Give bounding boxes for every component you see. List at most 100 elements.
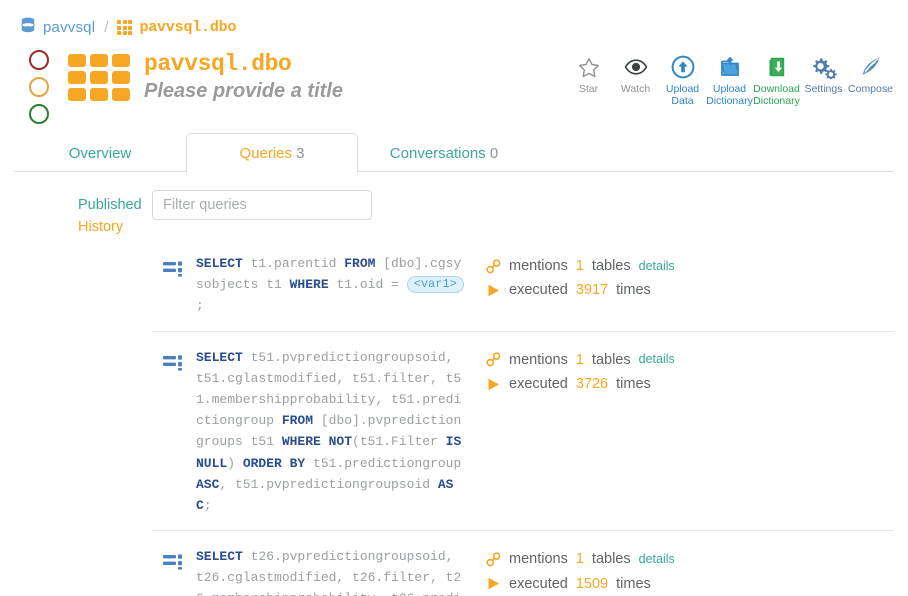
query-mentions-line: mentions 1 tables details — [486, 254, 894, 278]
upload-data-button[interactable]: Upload Data — [659, 54, 706, 108]
query-list-icon — [152, 250, 196, 277]
grid-icon — [117, 20, 133, 35]
query-executed-line: executed 3917 times — [486, 278, 894, 302]
settings-button[interactable]: Settings — [800, 54, 847, 96]
tab-conversations[interactable]: Conversations 0 — [358, 133, 530, 172]
eye-icon — [624, 54, 648, 80]
upload-data-label: Upload Data — [665, 83, 700, 107]
mentions-suffix: tables — [591, 551, 631, 568]
query-row[interactable]: SELECT t26.pvpredictiongroupsoid, t26.cg… — [152, 531, 894, 596]
download-dictionary-icon — [765, 54, 789, 80]
page-header: pavvsql.dbo Please provide a title Star … — [0, 40, 908, 124]
tab-queries-label: Queries — [239, 145, 292, 162]
mentions-count: 1 — [575, 351, 584, 368]
mentions-count: 1 — [575, 258, 584, 274]
page-title: pavvsql.dbo — [144, 51, 292, 77]
executed-count: 3917 — [575, 282, 609, 299]
watch-button[interactable]: Watch — [612, 54, 659, 96]
grid-logo-icon — [68, 54, 130, 101]
queries-content: SELECT t1.parentid FROM [dbo].cgsysobjec… — [144, 190, 894, 596]
query-row[interactable]: SELECT t51.pvpredictiongroupsoid, t51.cg… — [152, 332, 894, 531]
status-circle-green — [29, 104, 49, 124]
query-executed-line: executed 3726 times — [486, 372, 894, 396]
star-button[interactable]: Star — [565, 54, 612, 96]
mentions-suffix: tables — [591, 351, 631, 368]
play-icon — [486, 576, 501, 591]
executed-count: 3726 — [575, 376, 609, 393]
tab-overview[interactable]: Overview — [14, 133, 186, 172]
mentions-details-link[interactable]: details — [639, 257, 675, 276]
compose-feather-icon — [859, 54, 883, 80]
query-meta: mentions 1 tables details executed 1509 times — [468, 543, 894, 596]
executed-suffix: times — [616, 376, 651, 393]
download-dictionary-button[interactable]: Download Dictionary — [753, 54, 800, 108]
database-icon — [20, 17, 36, 39]
tabs: Overview Queries 3 Conversations 0 — [14, 130, 894, 173]
executed-prefix: executed — [509, 282, 568, 299]
tab-queries[interactable]: Queries 3 — [186, 133, 358, 173]
executed-prefix: executed — [509, 376, 568, 393]
mentions-details-link[interactable]: details — [639, 550, 675, 569]
play-icon — [486, 377, 501, 392]
link-icon — [486, 552, 501, 567]
upload-dictionary-label: Upload Dictionary — [706, 83, 753, 107]
query-meta: mentions 1 tables details executed 3917 times — [468, 250, 894, 303]
mentions-details-link[interactable]: details — [639, 350, 675, 369]
page-body: Published History SELECT t1.parentid FRO… — [0, 172, 908, 596]
query-meta: mentions 1 tables details executed 3726 times — [468, 344, 894, 397]
status-circle-red — [29, 50, 49, 70]
breadcrumb-current[interactable]: pavvsql.dbo — [139, 19, 236, 36]
compose-label: Compose — [848, 83, 893, 95]
tab-overview-label: Overview — [68, 145, 132, 162]
filter-queries-input[interactable] — [152, 190, 372, 220]
executed-count: 1509 — [575, 575, 609, 592]
header-toolbar: Star Watch Upload Data Upload Dictionary… — [565, 46, 894, 108]
mentions-count: 1 — [575, 551, 584, 568]
download-dictionary-label: Download Dictionary — [753, 83, 800, 107]
mentions-prefix: mentions — [509, 351, 568, 368]
page-subtitle[interactable]: Please provide a title — [144, 79, 565, 104]
query-mentions-line: mentions 1 tables details — [486, 348, 894, 372]
mentions-prefix: mentions — [509, 551, 568, 568]
sql-variable-pill[interactable]: <var1> — [406, 276, 464, 294]
query-list-icon — [152, 344, 196, 371]
compose-button[interactable]: Compose — [847, 54, 894, 96]
status-circle-orange — [29, 77, 49, 97]
mentions-suffix: tables — [591, 258, 631, 274]
query-sql-text[interactable]: SELECT t51.pvpredictiongroupsoid, t51.cg… — [196, 344, 468, 517]
star-icon — [578, 54, 600, 80]
executed-suffix: times — [616, 282, 651, 299]
query-sql-text[interactable]: SELECT t1.parentid FROM [dbo].cgsysobjec… — [196, 250, 468, 317]
star-label: Star — [578, 83, 599, 95]
executed-suffix: times — [616, 575, 651, 592]
upload-data-icon — [671, 54, 695, 80]
breadcrumb-root-link[interactable]: pavvsql — [43, 19, 95, 36]
query-list: SELECT t1.parentid FROM [dbo].cgsysobjec… — [152, 238, 894, 596]
query-row[interactable]: SELECT t1.parentid FROM [dbo].cgsysobjec… — [152, 238, 894, 331]
executed-prefix: executed — [509, 575, 568, 592]
upload-dictionary-button[interactable]: Upload Dictionary — [706, 54, 753, 108]
tab-conversations-label: Conversations — [389, 145, 486, 162]
sidebar-item-published[interactable]: Published — [78, 194, 144, 216]
query-list-icon — [152, 543, 196, 570]
breadcrumb: pavvsql / pavvsql.dbo — [0, 0, 908, 40]
query-sql-text[interactable]: SELECT t26.pvpredictiongroupsoid, t26.cg… — [196, 543, 468, 596]
sidebar-item-history[interactable]: History — [78, 216, 144, 238]
status-circle-group — [20, 46, 58, 124]
link-icon — [486, 259, 501, 274]
tabs-container: Overview Queries 3 Conversations 0 — [14, 130, 894, 173]
filter-row — [152, 190, 894, 238]
queries-sidebar: Published History — [14, 190, 144, 596]
title-block: pavvsql.dbo Please provide a title — [144, 46, 565, 104]
upload-dictionary-icon — [718, 54, 742, 80]
link-icon — [486, 352, 501, 367]
query-executed-line: executed 1509 times — [486, 572, 894, 596]
tab-queries-count: 3 — [296, 145, 305, 162]
watch-label: Watch — [620, 83, 651, 95]
play-icon — [486, 283, 501, 298]
settings-label: Settings — [804, 83, 843, 95]
breadcrumb-separator: / — [104, 19, 109, 36]
query-mentions-line: mentions 1 tables details — [486, 547, 894, 571]
tab-conversations-count: 0 — [489, 145, 499, 162]
settings-gear-icon — [811, 54, 837, 80]
